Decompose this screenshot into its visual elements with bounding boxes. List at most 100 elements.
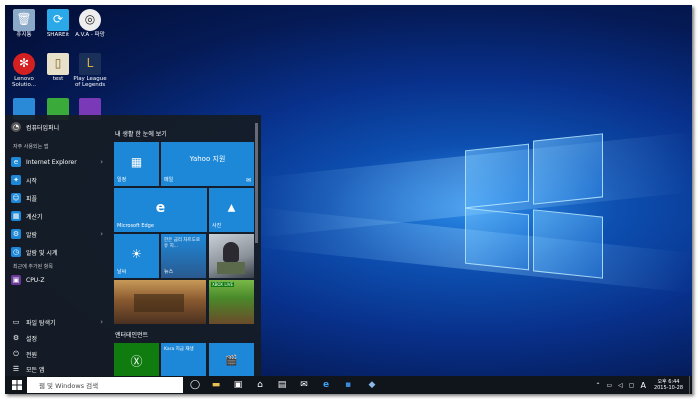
edge-icon: e <box>155 199 166 216</box>
game-art <box>134 294 184 312</box>
tile-minecraft[interactable]: XBOX LIVE <box>209 280 254 324</box>
start-menu: ◔ 컴퓨터입퍼니 자주 사용되는 앱 e Internet Explorer ›… <box>5 115 261 376</box>
start-tiles: 내 생활 한 눈에 보기 ▦ 일정 Yahoo 지원 메일 ✉ e Micros… <box>112 115 258 376</box>
tile-weather[interactable]: ☀ 날씨 <box>114 234 159 278</box>
photos-icon: ▲ <box>227 202 236 214</box>
chevron-right-icon[interactable]: › <box>100 318 103 326</box>
wallpaper-logo-pane <box>533 209 603 279</box>
desktop-icon-ava[interactable]: ◎ A.V.A - 파망 <box>71 9 109 38</box>
wallpaper-logo-pane <box>465 143 529 209</box>
file-explorer-taskbar-icon[interactable]: ▬ <box>207 376 225 394</box>
tile-mail-text: Yahoo 지원 <box>189 155 226 163</box>
desktop-icon-label: SHAREit <box>46 32 70 38</box>
alarm-icon: ◷ <box>11 247 21 257</box>
tile-calendar[interactable]: ▦ 일정 <box>114 142 159 186</box>
start-item-label: 전원 <box>26 351 38 359</box>
tile-movies[interactable]: 🎬 <box>209 343 254 376</box>
start-item-label: 모든 앱 <box>26 366 45 374</box>
tile-xbox[interactable]: Ⓧ <box>114 343 159 376</box>
start-item-power[interactable]: ⏻ 전원 <box>11 347 103 361</box>
taskbar-clock[interactable]: 오후 6:44 2015-10-28 <box>654 379 683 391</box>
weather-icon: ☀ <box>131 246 142 261</box>
start-item-alarm[interactable]: ⚙ 알람 › <box>11 227 103 241</box>
photos-taskbar-icon[interactable]: ▤ <box>273 376 291 394</box>
action-center-icon[interactable]: ▢ <box>629 382 635 389</box>
tile-group-header-life: 내 생활 한 눈에 보기 <box>115 131 167 138</box>
start-item-all-apps[interactable]: ☰ 모든 앱 <box>11 362 103 376</box>
desktop-icon-recycle-bin[interactable]: 🗑 휴지통 <box>5 9 43 38</box>
news-headline: 한은 금리 차트도로 유 지... <box>164 238 200 249</box>
photo-figure-base <box>217 262 245 274</box>
user-name: 컴퓨터입퍼니 <box>26 124 60 132</box>
start-item-alarms-clock[interactable]: ◷ 알람 및 시계 <box>11 245 103 259</box>
tile-photos[interactable]: ▲ 사진 <box>209 188 254 232</box>
start-item-label: CPU-Z <box>26 276 45 284</box>
start-item-cpu-z[interactable]: ▣ CPU-Z <box>11 273 103 287</box>
ie-icon: e <box>11 157 21 167</box>
desktop-icon-label: test <box>52 76 64 82</box>
show-hidden-icons-icon[interactable]: ⌃ <box>595 382 600 389</box>
network-icon[interactable]: ▭ <box>606 382 612 389</box>
desktop-icon-label: A.V.A - 파망 <box>75 32 105 38</box>
start-item-label: Internet Explorer <box>26 158 77 166</box>
tile-label: 뉴스 <box>164 269 174 275</box>
start-item-file-explorer[interactable]: ▭ 파일 탐색기 › <box>11 315 103 329</box>
desktop-icon-label: Lenovo Solutio... <box>11 76 37 89</box>
start-item-people[interactable]: ☺ 피플 <box>11 191 103 205</box>
start-item-get-started[interactable]: ✦ 시작 <box>11 173 103 187</box>
start-menu-scrollbar[interactable] <box>255 123 258 243</box>
desktop-icon-lenovo[interactable]: ✻ Lenovo Solutio... <box>5 53 43 89</box>
volume-icon[interactable]: ◁ <box>618 382 623 389</box>
chevron-right-icon[interactable]: › <box>100 230 103 238</box>
system-tray: ⌃ ▭ ◁ ▢ A 오후 6:44 2015-10-28 <box>592 376 692 394</box>
mail-taskbar-icon[interactable]: ✉ <box>295 376 313 394</box>
get-started-icon: ✦ <box>11 175 21 185</box>
user-avatar-icon: ◔ <box>11 122 21 132</box>
desktop-icon-league[interactable]: L Play League of Legends <box>71 53 109 89</box>
ime-indicator[interactable]: A <box>640 381 645 390</box>
movies-icon: 🎬 <box>225 355 238 367</box>
recycle-bin-icon: 🗑 <box>13 9 35 31</box>
start-item-label: 알람 및 시계 <box>26 249 58 257</box>
home-taskbar-icon[interactable]: ⌂ <box>251 376 269 394</box>
start-item-label: 피플 <box>26 195 38 203</box>
tile-label: Microsoft Edge <box>117 223 154 229</box>
photo-figure <box>223 242 239 262</box>
most-used-header: 자주 사용되는 앱 <box>13 144 49 150</box>
tile-edge[interactable]: e Microsoft Edge <box>114 188 207 232</box>
start-user-account[interactable]: ◔ 컴퓨터입퍼니 <box>11 120 103 134</box>
taskbar-search-input[interactable]: 웹 및 Windows 검색 <box>27 377 183 393</box>
desktop-icon-label: Play League of Legends <box>73 76 107 89</box>
tile-group-header-play: 엔터테인먼트 <box>115 332 149 339</box>
tile-label: 일정 <box>117 177 127 183</box>
start-item-calculator[interactable]: ▦ 계산기 <box>11 209 103 223</box>
start-item-label: 알람 <box>26 231 38 239</box>
search-placeholder: 웹 및 Windows 검색 <box>39 382 99 390</box>
settings-icon: ⚙ <box>12 334 20 342</box>
start-item-settings[interactable]: ⚙ 설정 <box>11 331 103 345</box>
chevron-right-icon[interactable]: › <box>100 158 103 166</box>
start-menu-app-list: ◔ 컴퓨터입퍼니 자주 사용되는 앱 e Internet Explorer ›… <box>5 115 108 376</box>
tile-label: 사진 <box>212 223 222 229</box>
folder-icon: ▭ <box>12 318 20 326</box>
tile-mail[interactable]: Yahoo 지원 메일 ✉ <box>161 142 254 186</box>
lenovo-icon: ✻ <box>13 53 35 75</box>
show-desktop-button[interactable] <box>689 376 692 394</box>
windows-start-button[interactable] <box>9 376 25 394</box>
pin-taskbar-icon[interactable]: ◆ <box>363 376 381 394</box>
tile-news[interactable]: 한은 금리 차트도로 유 지... 뉴스 <box>161 234 206 278</box>
tile-game[interactable] <box>114 280 206 324</box>
start-item-label: 계산기 <box>26 213 43 221</box>
tile-people-photo[interactable] <box>209 234 254 278</box>
start-item-label: 파일 탐색기 <box>26 319 56 327</box>
task-view-icon[interactable]: ◯ <box>187 376 203 394</box>
desktop-icon-label: 휴지통 <box>16 32 32 38</box>
tile-groove[interactable]: Kara 지금 재생 <box>161 343 206 376</box>
start-item-internet-explorer[interactable]: e Internet Explorer › <box>11 155 103 169</box>
calendar-icon: ▦ <box>130 154 143 169</box>
edge-taskbar-icon[interactable]: e <box>317 376 335 394</box>
start-item-label: 설정 <box>26 335 38 343</box>
store-taskbar-icon[interactable]: ▣ <box>229 376 247 394</box>
app-taskbar-icon[interactable]: ▪ <box>339 376 357 394</box>
desktop: 🗑 휴지통 ⟳ SHAREit ◎ A.V.A - 파망 ✻ Lenovo So… <box>5 5 692 394</box>
